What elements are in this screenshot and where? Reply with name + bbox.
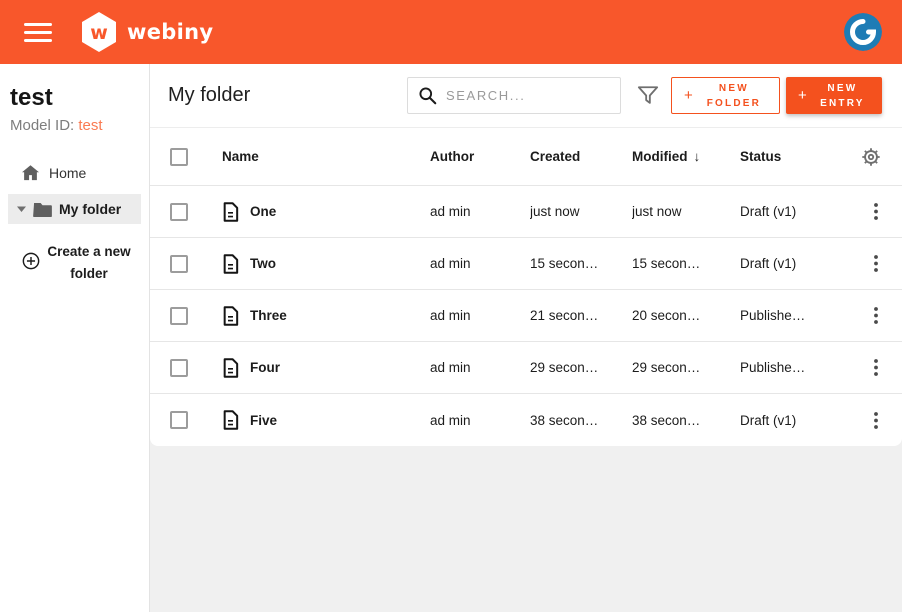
column-header-name[interactable]: Name	[222, 149, 430, 164]
cell-author: ad min	[430, 413, 530, 428]
cell-status: Draft (v1)	[740, 256, 856, 271]
brand-name: webiny	[127, 20, 213, 44]
home-icon	[22, 165, 39, 181]
kebab-menu-icon	[874, 359, 878, 376]
entry-name-cell: Two	[222, 254, 430, 274]
table-header-row: Name Author Created Modified ↓ Status	[150, 128, 902, 186]
model-id-label: Model ID:	[10, 117, 74, 134]
webiny-logo[interactable]: w webiny	[80, 11, 213, 53]
table-row[interactable]: Four ad min 29 secon… 29 secon… Publishe…	[150, 342, 902, 394]
chevron-down-icon	[17, 206, 26, 212]
model-title: test	[0, 84, 149, 112]
row-menu-button[interactable]	[874, 307, 902, 324]
sort-descending-icon: ↓	[694, 149, 701, 164]
document-icon	[222, 306, 239, 326]
cell-status: Publishe…	[740, 360, 856, 375]
new-entry-label: NEW ENTRY	[811, 81, 874, 111]
column-header-modified[interactable]: Modified ↓	[632, 149, 740, 164]
cell-status: Draft (v1)	[740, 204, 856, 219]
entry-name-cell: Four	[222, 358, 430, 378]
sidebar-item-my-folder[interactable]: My folder	[8, 194, 141, 224]
select-all-checkbox[interactable]	[170, 148, 188, 166]
gear-icon	[860, 146, 882, 168]
cell-created: just now	[530, 204, 632, 219]
row-menu-button[interactable]	[874, 359, 902, 376]
main-content: My folder +	[150, 64, 902, 612]
search-box[interactable]	[407, 77, 621, 114]
cell-modified: 38 secon…	[632, 413, 740, 428]
sidebar-item-label: Home	[49, 165, 86, 181]
cell-author: ad min	[430, 204, 530, 219]
cell-created: 21 secon…	[530, 308, 632, 323]
filter-funnel-icon	[637, 85, 659, 106]
folder-tree: Home My folder Create a ne	[0, 158, 149, 284]
plus-icon: +	[680, 87, 697, 104]
column-header-created[interactable]: Created	[530, 149, 632, 164]
sidebar: test Model ID: test Home	[0, 64, 150, 612]
table-row[interactable]: Five ad min 38 secon… 38 secon… Draft (v…	[150, 394, 902, 446]
entry-name-cell: Five	[222, 410, 430, 430]
table-settings-button[interactable]	[860, 146, 902, 168]
kebab-menu-icon	[874, 203, 878, 220]
plus-circle-icon	[22, 252, 40, 270]
cell-author: ad min	[430, 256, 530, 271]
table-row[interactable]: Three ad min 21 secon… 20 secon… Publish…	[150, 290, 902, 342]
folder-icon	[33, 202, 52, 217]
user-avatar[interactable]	[844, 13, 882, 51]
content-toolbar: My folder +	[150, 64, 902, 128]
create-folder-label: Create a new folder	[47, 241, 131, 284]
hamburger-menu-icon[interactable]	[24, 23, 52, 42]
cell-created: 15 secon…	[530, 256, 632, 271]
search-icon	[418, 86, 437, 105]
search-input[interactable]	[446, 88, 596, 103]
row-menu-button[interactable]	[874, 203, 902, 220]
cell-author: ad min	[430, 308, 530, 323]
cell-status: Publishe…	[740, 308, 856, 323]
page-title: My folder	[168, 84, 250, 107]
cell-created: 29 secon…	[530, 360, 632, 375]
kebab-menu-icon	[874, 412, 878, 429]
row-checkbox[interactable]	[170, 203, 188, 221]
document-icon	[222, 358, 239, 378]
entry-name-cell: Three	[222, 306, 430, 326]
webiny-hexagon-icon: w	[80, 11, 118, 53]
app-window: w webiny test Model ID: test Home	[0, 0, 902, 612]
cell-status: Draft (v1)	[740, 413, 856, 428]
cell-modified: 15 secon…	[632, 256, 740, 271]
kebab-menu-icon	[874, 255, 878, 272]
sidebar-item-label: My folder	[59, 201, 121, 217]
row-menu-button[interactable]	[874, 412, 902, 429]
plus-icon: +	[794, 87, 811, 104]
document-icon	[222, 410, 239, 430]
entry-name-cell: One	[222, 202, 430, 222]
column-header-author[interactable]: Author	[430, 149, 530, 164]
document-icon	[222, 254, 239, 274]
column-header-status[interactable]: Status	[740, 149, 856, 164]
cell-created: 38 secon…	[530, 413, 632, 428]
kebab-menu-icon	[874, 307, 878, 324]
table-row[interactable]: One ad min just now just now Draft (v1)	[150, 186, 902, 238]
entries-card: My folder +	[150, 64, 902, 446]
top-app-bar: w webiny	[0, 0, 902, 64]
row-checkbox[interactable]	[170, 307, 188, 325]
row-checkbox[interactable]	[170, 359, 188, 377]
cell-author: ad min	[430, 360, 530, 375]
table-row[interactable]: Two ad min 15 secon… 15 secon… Draft (v1…	[150, 238, 902, 290]
new-folder-label: NEW FOLDER	[697, 81, 771, 111]
cell-modified: 29 secon…	[632, 360, 740, 375]
create-new-folder-button[interactable]: Create a new folder	[22, 240, 149, 284]
row-menu-button[interactable]	[874, 255, 902, 272]
row-checkbox[interactable]	[170, 411, 188, 429]
cell-modified: just now	[632, 204, 740, 219]
sidebar-item-home[interactable]: Home	[0, 158, 149, 188]
filter-button[interactable]	[637, 85, 659, 106]
cell-modified: 20 secon…	[632, 308, 740, 323]
row-checkbox[interactable]	[170, 255, 188, 273]
model-id-value[interactable]: test	[78, 117, 102, 134]
document-icon	[222, 202, 239, 222]
svg-text:w: w	[90, 22, 108, 44]
model-id-line: Model ID: test	[0, 117, 149, 134]
new-entry-button[interactable]: + NEW ENTRY	[786, 77, 882, 114]
new-folder-button[interactable]: + NEW FOLDER	[671, 77, 780, 114]
